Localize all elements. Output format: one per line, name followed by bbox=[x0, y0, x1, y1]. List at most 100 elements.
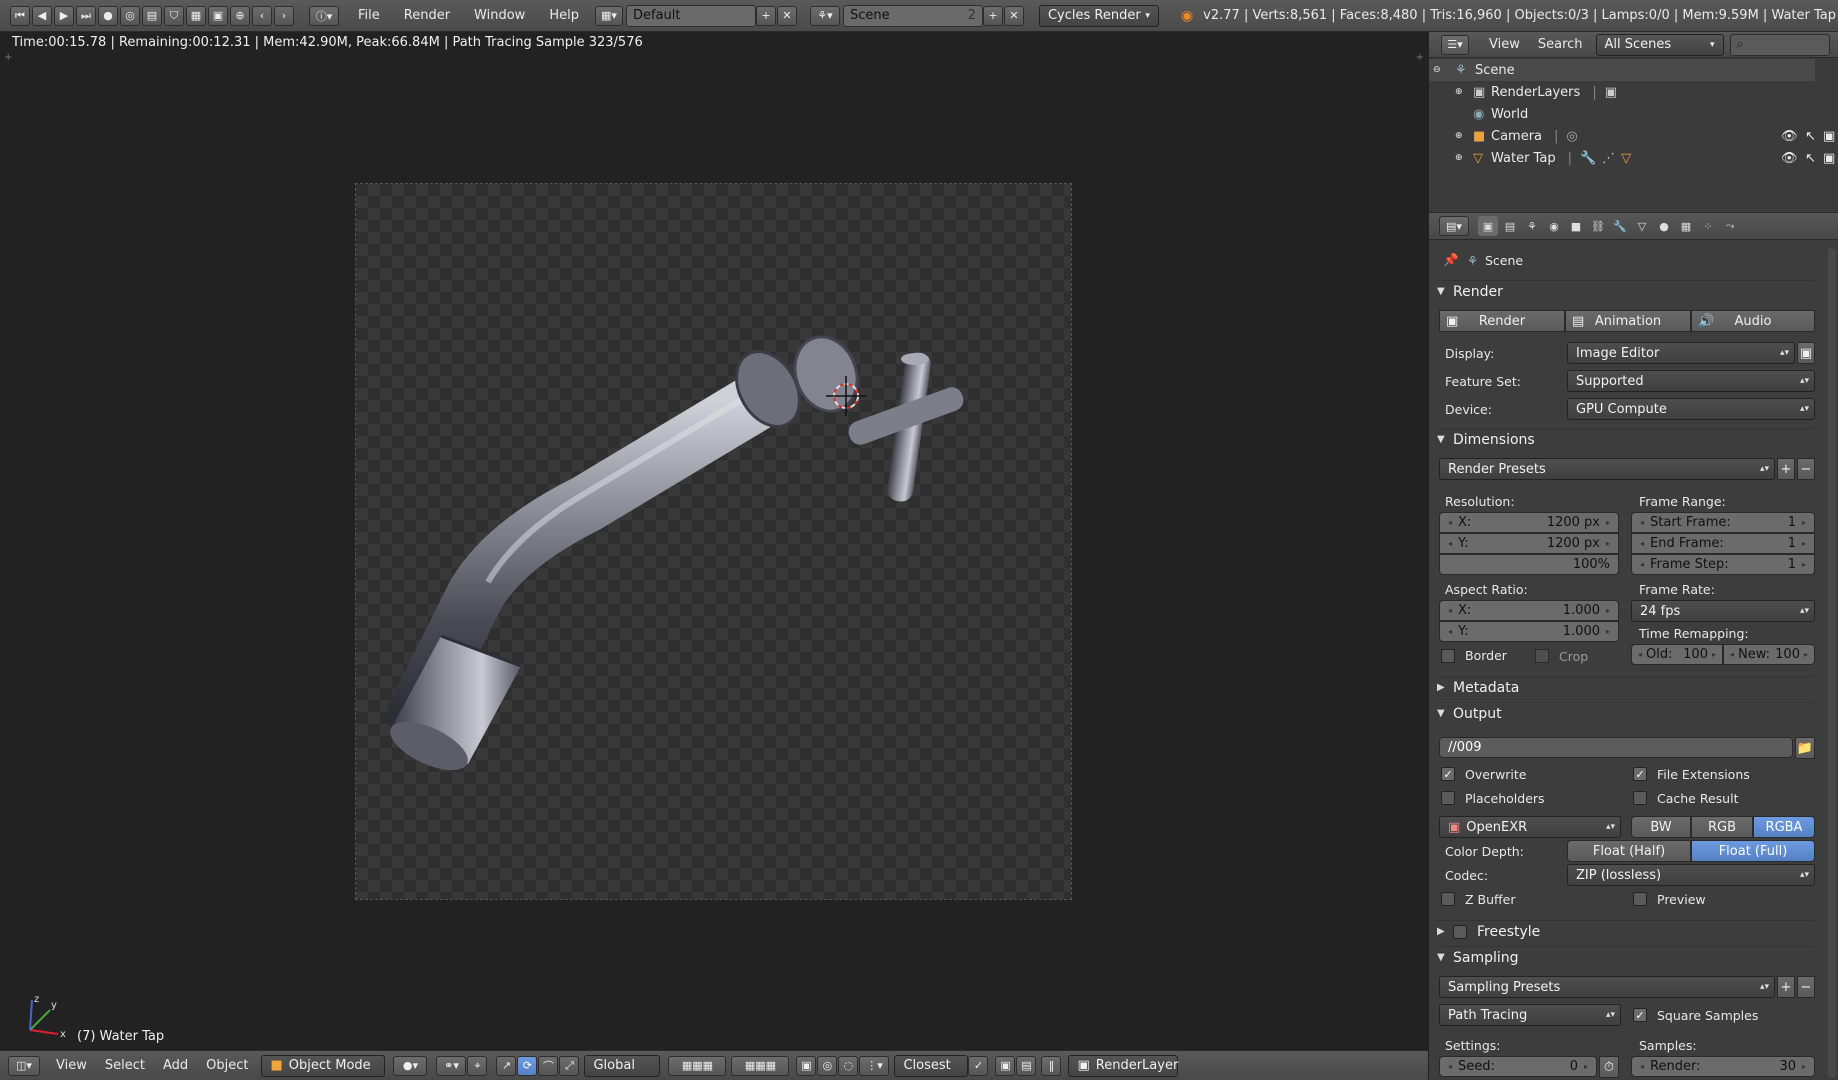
placeholders-checkbox[interactable] bbox=[1441, 791, 1455, 805]
shield-icon[interactable]: ⛉ bbox=[164, 5, 184, 26]
texture-tab-icon[interactable]: ▦ bbox=[1676, 216, 1696, 236]
scene-icon[interactable]: ⚘▾ bbox=[809, 5, 840, 26]
aspect-y-field[interactable]: ◂ Y: 1.000 ▸ bbox=[1439, 621, 1619, 642]
resolution-x-field[interactable]: ◂ X: 1200 px ▸ bbox=[1439, 512, 1619, 533]
depth-half-button[interactable]: Float (Half) bbox=[1567, 840, 1691, 862]
render-layer-select[interactable]: ▣ RenderLayer bbox=[1068, 1054, 1179, 1077]
world-tab-icon[interactable]: ◉ bbox=[1544, 216, 1564, 236]
scene-name-field[interactable]: Scene 2 bbox=[842, 4, 983, 27]
new-file-icon[interactable]: ▤ bbox=[142, 5, 162, 26]
menu-help[interactable]: Help bbox=[537, 8, 591, 23]
remove-preset-icon[interactable]: − bbox=[1797, 976, 1815, 998]
render-still-icon[interactable]: ▣ bbox=[995, 1055, 1016, 1076]
file-format-select[interactable]: ▣ OpenEXR ▴▾ bbox=[1439, 816, 1621, 838]
render-panel-header[interactable]: ▼ Render bbox=[1437, 280, 1815, 302]
animation-button[interactable]: ▤ Animation bbox=[1565, 310, 1691, 332]
metadata-panel-header[interactable]: ▶ Metadata bbox=[1437, 676, 1815, 698]
menu-file[interactable]: File bbox=[346, 8, 392, 23]
frame-rate-select[interactable]: 24 fps ▴▾ bbox=[1631, 600, 1815, 622]
cursor-select-icon[interactable]: ↖ bbox=[1805, 151, 1816, 166]
shading-icon[interactable]: ●▾ bbox=[393, 1055, 428, 1076]
play-reverse-icon[interactable]: ◀ bbox=[32, 5, 52, 26]
outliner-item-scene[interactable]: ⊖ ⚘ Scene bbox=[1429, 59, 1815, 81]
render-camera-icon[interactable]: ▣ bbox=[1823, 129, 1835, 144]
display-select[interactable]: Image Editor ▴▾ bbox=[1567, 342, 1795, 364]
keying-icon[interactable]: ◎ bbox=[120, 5, 140, 26]
add-preset-icon[interactable]: + bbox=[1777, 458, 1795, 480]
record-icon[interactable]: ● bbox=[98, 5, 118, 26]
feature-set-select[interactable]: Supported ▴▾ bbox=[1567, 370, 1815, 392]
channel-bw-button[interactable]: BW bbox=[1631, 816, 1691, 838]
translate-icon[interactable]: ↗ bbox=[496, 1055, 517, 1076]
preview-checkbox[interactable] bbox=[1633, 892, 1647, 906]
sampling-presets-select[interactable]: Sampling Presets ▴▾ bbox=[1439, 976, 1775, 998]
layout-icon[interactable]: ▦▾ bbox=[594, 5, 623, 26]
proportional-icon[interactable]: ◎ bbox=[817, 1055, 838, 1076]
device-select[interactable]: GPU Compute ▴▾ bbox=[1567, 398, 1815, 420]
render-presets-select[interactable]: Render Presets ▴▾ bbox=[1439, 458, 1775, 480]
menu-object[interactable]: Object bbox=[197, 1058, 257, 1073]
render-button[interactable]: ▣ Render bbox=[1439, 310, 1565, 332]
particles-tab-icon[interactable]: ⁘ bbox=[1698, 216, 1718, 236]
window-icon[interactable]: ▣ bbox=[1797, 342, 1815, 364]
object-tab-icon[interactable]: ■ bbox=[1566, 216, 1586, 236]
render-anim-icon[interactable]: ▤ bbox=[1016, 1055, 1037, 1076]
material-tab-icon[interactable]: ● bbox=[1654, 216, 1674, 236]
outliner-menu-search[interactable]: Search bbox=[1529, 37, 1592, 52]
outliner-search-input[interactable]: ⌕ bbox=[1729, 33, 1830, 56]
info-editor-type-icon[interactable]: ⓘ▾ bbox=[309, 5, 339, 26]
eye-icon[interactable]: 👁 bbox=[1781, 129, 1798, 144]
output-panel-header[interactable]: ▼ Output bbox=[1437, 702, 1815, 724]
properties-scrollbar[interactable] bbox=[1828, 248, 1836, 1078]
remove-layout-icon[interactable]: ✕ bbox=[776, 5, 797, 26]
aspect-x-field[interactable]: ◂ X: 1.000 ▸ bbox=[1439, 600, 1619, 621]
expand-icon[interactable]: ⊕ bbox=[1455, 87, 1469, 97]
properties-editor-icon[interactable]: ▤▾ bbox=[1439, 216, 1469, 236]
renderlayer-tab-icon[interactable]: ▤ bbox=[1500, 216, 1520, 236]
snap-target-select[interactable]: Closest bbox=[894, 1054, 969, 1077]
layout-name-field[interactable]: Default bbox=[625, 4, 756, 27]
remove-preset-icon[interactable]: − bbox=[1797, 458, 1815, 480]
zbuffer-checkbox[interactable] bbox=[1441, 892, 1455, 906]
freestyle-checkbox[interactable] bbox=[1453, 924, 1467, 939]
scene-tab-icon[interactable]: ⚘ bbox=[1522, 216, 1542, 236]
modifiers-tab-icon[interactable]: 🔧 bbox=[1610, 216, 1630, 236]
render-samples-field[interactable]: ◂ Render: 30 ▸ bbox=[1631, 1056, 1815, 1077]
render-icon[interactable]: ▣ bbox=[208, 5, 228, 26]
dimensions-panel-header[interactable]: ▼ Dimensions bbox=[1437, 428, 1815, 450]
checker-icon[interactable]: ▦ bbox=[186, 5, 206, 26]
outliner-item-renderlayers[interactable]: ⊕ ▣ RenderLayers | ▣ bbox=[1429, 81, 1815, 103]
square-samples-checkbox[interactable]: ✓ bbox=[1633, 1008, 1647, 1022]
eye-icon[interactable]: 👁 bbox=[1781, 151, 1798, 166]
crop-checkbox[interactable] bbox=[1535, 649, 1549, 663]
layers-grid-icon[interactable]: ▦▦▦ bbox=[731, 1055, 790, 1076]
pause-icon[interactable]: ‖ bbox=[1041, 1055, 1062, 1076]
expand-icon[interactable]: ⊕ bbox=[1455, 131, 1469, 141]
orientation-select[interactable]: Global bbox=[584, 1054, 661, 1077]
menu-view[interactable]: View bbox=[47, 1058, 96, 1073]
audio-button[interactable]: 🔊 Audio bbox=[1691, 310, 1815, 332]
proportional-falloff-icon[interactable]: ◌ bbox=[838, 1055, 859, 1076]
expand-icon[interactable]: ⊕ bbox=[1455, 153, 1469, 163]
end-frame-field[interactable]: ◂ End Frame: 1 ▸ bbox=[1631, 533, 1815, 554]
folder-icon[interactable]: 📁 bbox=[1795, 737, 1815, 759]
depth-full-button[interactable]: Float (Full) bbox=[1691, 840, 1815, 862]
region-plus-icon[interactable]: + bbox=[4, 52, 12, 63]
editor-type-icon[interactable]: ◫▾ bbox=[8, 1055, 40, 1076]
data-tab-icon[interactable]: ▽ bbox=[1632, 216, 1652, 236]
menu-add[interactable]: Add bbox=[154, 1058, 197, 1073]
add-layout-icon[interactable]: + bbox=[755, 5, 776, 26]
prev-icon[interactable]: ‹ bbox=[252, 5, 272, 26]
add-icon[interactable]: ⊕ bbox=[230, 5, 250, 26]
outliner-display-select[interactable]: All Scenes ▾ bbox=[1595, 33, 1724, 56]
codec-select[interactable]: ZIP (lossless) ▴▾ bbox=[1567, 864, 1815, 886]
jump-end-icon[interactable]: ⏭ bbox=[76, 5, 96, 26]
render-tab-icon[interactable]: ▣ bbox=[1478, 216, 1498, 236]
transform-icon[interactable]: ⤢ bbox=[559, 1055, 580, 1076]
lock-camera-icon[interactable]: ▣ bbox=[796, 1055, 817, 1076]
resolution-percentage-field[interactable]: 100% bbox=[1439, 554, 1619, 575]
mode-select[interactable]: ■ Object Mode bbox=[261, 1054, 386, 1077]
scale-icon[interactable]: ⌒ bbox=[538, 1055, 559, 1076]
cursor-select-icon[interactable]: ↖ bbox=[1805, 129, 1816, 144]
channel-rgb-button[interactable]: RGB bbox=[1691, 816, 1753, 838]
